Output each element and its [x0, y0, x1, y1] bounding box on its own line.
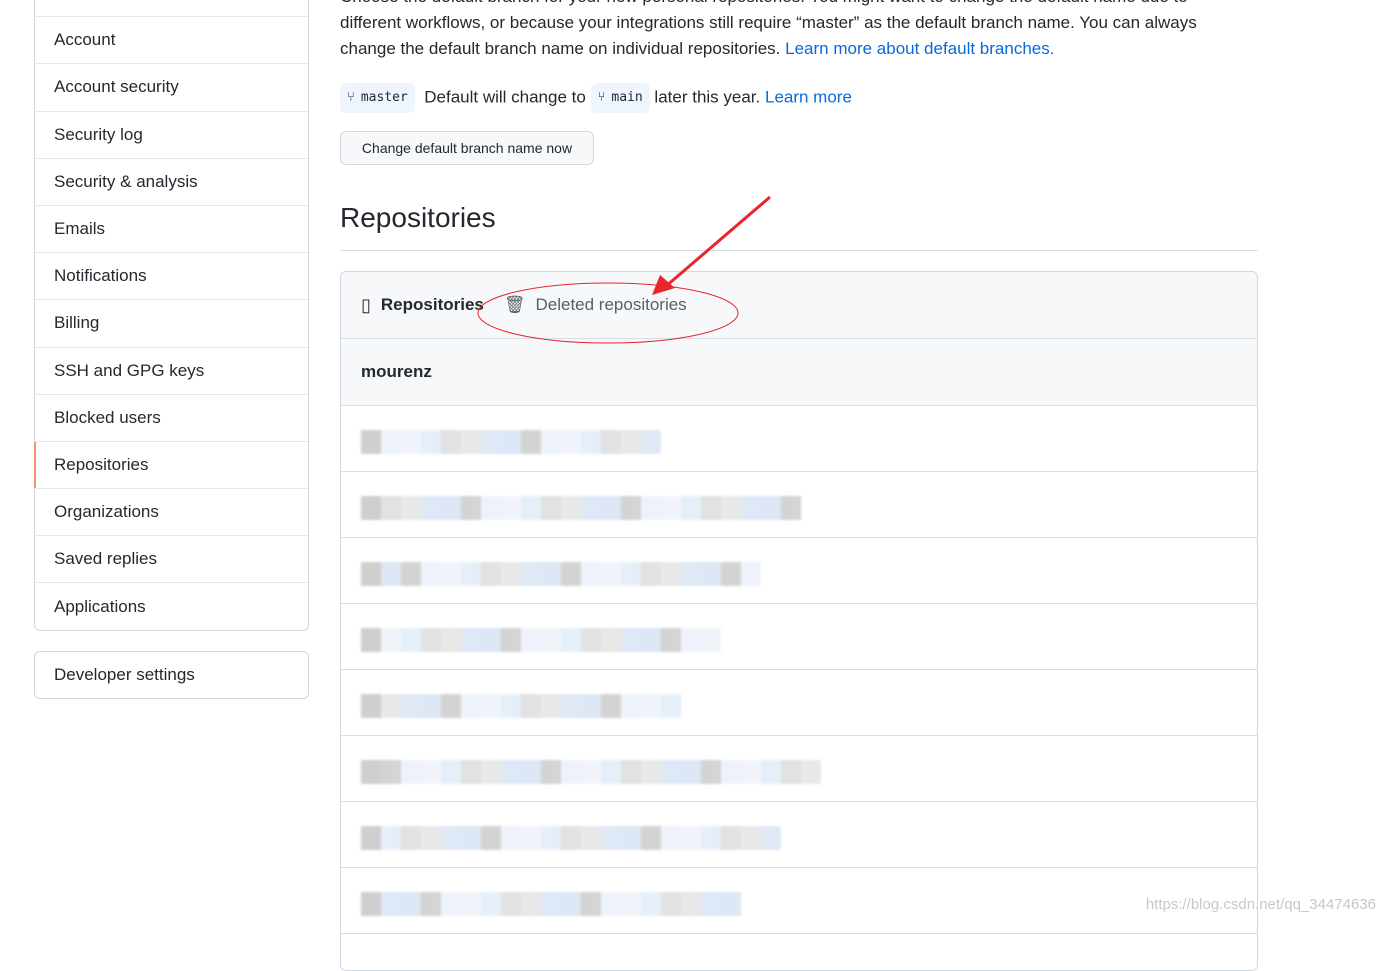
- watermark: https://blog.csdn.net/qq_34474636: [1145, 896, 1376, 913]
- annotation-ellipse: [477, 282, 739, 344]
- annotation-overlay: [477, 195, 771, 344]
- annotation-arrow: [664, 195, 771, 289]
